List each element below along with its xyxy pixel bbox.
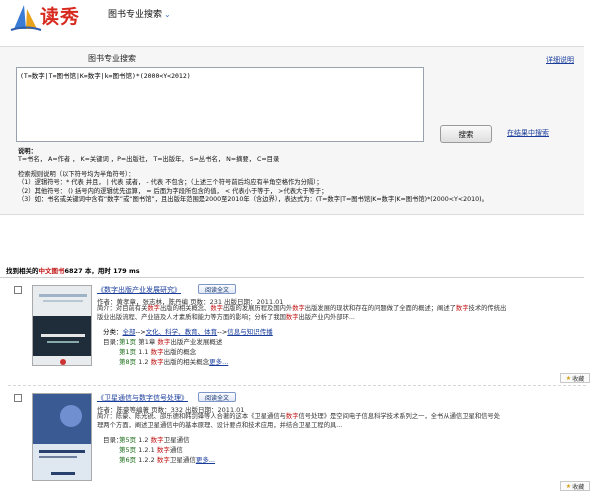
toc-entry[interactable]: 第8页 1.2 数字出版的相关概念更多...	[119, 356, 228, 366]
book-cover	[32, 393, 92, 481]
description-text: 出版发展的现状和存在的问题做了全面的概述；阐述了	[304, 305, 456, 312]
toc-entry[interactable]: 第1页 1.1 数字出版的概念	[119, 346, 196, 356]
description-text: 版业出版流程、产业链及人才素质和能力等方面的影响；分析了我国	[97, 313, 286, 321]
description-text: 信号处理》是空间电子信息科学技术系列之一，全书从通信卫星和信号处	[298, 413, 501, 420]
description-line: 简介：对目前有关数字出版的相关概念、数字出版的发展历程及国内外数字出版发展的现状…	[97, 305, 585, 314]
toc-entry[interactable]: 第6页 1.2.2 数字卫星通信更多...	[119, 454, 215, 464]
description-text: 简介：对目前有关	[97, 305, 148, 312]
description-text: 技术的传统出	[468, 305, 507, 312]
results-suffix: 本，用时 179 ms	[82, 267, 140, 275]
rule-3: （3）如：书名或关键词中含有“数字”或“图书馆”，且出版年范围是2000至201…	[18, 196, 488, 204]
book-description: 简介：陈豪、陈光锐、邵乐德和韩剑锋等人合著的这本《卫星通信与数字信号处理》是空间…	[97, 413, 585, 430]
description-line: 简介：陈豪、陈光锐、邵乐德和韩剑锋等人合著的这本《卫星通信与数字信号处理》是空间…	[97, 413, 585, 422]
keyword-highlight: 数字	[292, 305, 305, 312]
book-title-link[interactable]: 《卫星通信与数字信号处理》	[97, 393, 188, 403]
results-prefix: 找到相关的	[6, 267, 39, 275]
description-line: 理两个方面，阐述卫星通信中的基本原理、设计要点和技术应用，并结合卫星工程的具..…	[97, 422, 585, 431]
book-select-checkbox[interactable]	[14, 286, 22, 294]
description-text: 理两个方面，阐述卫星通信中的基本原理、设计要点和技术应用，并结合卫星工程的具..…	[97, 421, 343, 429]
description-text: 简介：陈豪、陈光锐、邵乐德和韩剑锋等人合著的这本《卫星通信与	[97, 413, 286, 420]
star-icon: ★	[565, 482, 572, 490]
category-label: 分类：	[103, 328, 123, 336]
description-text: 出版的相关概念、	[159, 305, 211, 312]
toc-entry[interactable]: 第5页 1.2 数字卫星通信	[119, 434, 190, 444]
search-button[interactable]: 搜索	[440, 125, 492, 143]
more-toc-link[interactable]: 更多...	[196, 456, 215, 464]
keyword-highlight: 数字	[455, 305, 469, 312]
book-cover	[32, 285, 92, 366]
description-line: 版业出版流程、产业链及人才素质和能力等方面的影响；分析了我国数字出版产业内外部环…	[97, 314, 585, 323]
keyword-highlight: 数字	[285, 313, 299, 321]
toc-entry[interactable]: 第1页 第1章 数字出版产业发展概述	[119, 336, 222, 346]
toc-entry[interactable]: 第5页 1.2.1 数字通信	[119, 444, 183, 454]
search-notes: 说明： T=书名， A=作者 ， K=关键词 ，P=出版社， T=出版年， S=…	[18, 148, 578, 204]
search-mode-label: 图书专业搜索	[108, 10, 163, 20]
category-link-culture[interactable]: 文化、科学、教育、体育	[146, 328, 218, 336]
read-fulltext-button[interactable]: 阅读全文	[198, 392, 236, 402]
rule-2: （2）其他符号： () 括号内的逻辑优先运算， = 后面为字段所包含的值， < …	[18, 187, 328, 195]
more-toc-link[interactable]: 更多...	[209, 358, 228, 366]
category-link-info[interactable]: 信息与知识传播	[227, 328, 273, 336]
category-link-all[interactable]: 全部	[123, 328, 136, 336]
book-select-checkbox[interactable]	[14, 394, 22, 402]
read-fulltext-button[interactable]: 阅读全文	[198, 284, 236, 294]
results-count: 6827	[64, 267, 83, 275]
rules-title: 检索规则说明（以下符号均为半角符号）：	[18, 170, 135, 178]
panel-title: 图书专业搜索	[88, 54, 136, 63]
keyword-highlight: 数字	[147, 305, 160, 312]
query-input[interactable]	[16, 67, 424, 142]
logo-text: 读秀	[40, 6, 81, 28]
description-text: 出版的发展历程及国内外	[222, 305, 293, 312]
book-title-link[interactable]: 《数字出版产业发展研究》	[97, 285, 181, 295]
search-within-results-link[interactable]: 在结果中搜索	[507, 128, 549, 138]
result-divider	[8, 385, 586, 386]
results-summary: 找到相关的中文图书6827 本，用时 179 ms	[0, 266, 584, 278]
logo-icon	[10, 5, 42, 31]
help-link[interactable]: 详细说明	[546, 55, 574, 65]
results-type: 中文图书	[38, 267, 65, 275]
favorite-button[interactable]: ★ 收藏	[560, 373, 590, 383]
field-codes: T=书名， A=作者 ， K=关键词 ，P=出版社， T=出版年， S=丛书名，…	[18, 156, 280, 164]
book-description: 简介：对目前有关数字出版的相关概念、数字出版的发展历程及国内外数字出版发展的现状…	[97, 305, 585, 322]
search-mode-dropdown[interactable]: 图书专业搜索 ⌄	[108, 7, 171, 20]
chevron-down-icon: ⌄	[164, 10, 171, 19]
rule-1: （1）逻辑符号：* 代表 并且， | 代表 或者， - 代表 不包含；（上述三个…	[18, 179, 323, 187]
star-icon: ★	[565, 374, 572, 382]
book-categories: 分类：全部-->文化、科学、教育、体育-->信息与知识传播	[103, 328, 273, 336]
favorite-button[interactable]: ★ 收藏	[560, 481, 590, 491]
description-text: 出版产业内外部环...	[298, 313, 355, 321]
keyword-highlight: 数字	[210, 305, 223, 312]
keyword-highlight: 数字	[285, 413, 299, 420]
